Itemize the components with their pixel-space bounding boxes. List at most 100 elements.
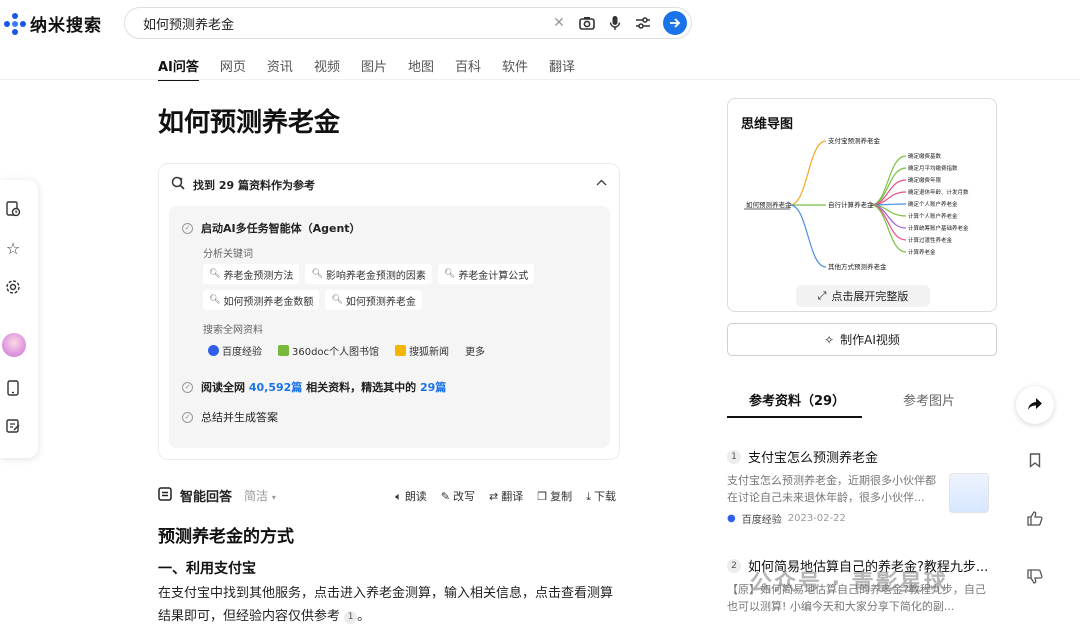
tab-baike[interactable]: 百科: [455, 56, 481, 75]
bookmark-button[interactable]: [1016, 443, 1054, 481]
baidu-paw-icon: ●: [727, 513, 736, 524]
filter-settings-icon[interactable]: [635, 15, 651, 31]
expand-mind-map-button[interactable]: ⤢ 点击展开完整版: [796, 285, 930, 307]
share-button[interactable]: [1016, 386, 1054, 424]
tab-images[interactable]: 图片: [361, 56, 387, 75]
reference-description: 支付宝怎么预测养老金，近期很多小伙伴都在讨论自己未来退休年龄，很多小伙伴...: [727, 472, 941, 506]
page-title: 如何预测养老金: [158, 102, 340, 139]
mind-map-card[interactable]: 思维导图 如何预测养老金 支付宝预测养老金 自行计算养老金 其他方式预测养老金 …: [727, 98, 997, 312]
360doc-icon: [278, 345, 289, 356]
nano-logo-icon: [4, 13, 26, 35]
like-button[interactable]: [1016, 501, 1054, 539]
search-icon: 🔍︎: [209, 269, 220, 279]
brand-name: 纳米搜索: [30, 11, 102, 36]
keyword-chip[interactable]: 🔍︎影响养老金预测的因素: [305, 264, 431, 284]
tab-news[interactable]: 资讯: [267, 56, 293, 75]
search-submit-button[interactable]: [663, 11, 687, 35]
search-input[interactable]: [143, 16, 551, 31]
share-arrow-icon: [1027, 396, 1043, 415]
keyword-chip[interactable]: 🔍︎如何预测养老金: [325, 290, 421, 310]
star-icon[interactable]: ☆: [4, 239, 22, 257]
keyword-chips-row-1: 🔍︎养老金预测方法 🔍︎影响养老金预测的因素 🔍︎养老金计算公式: [203, 264, 534, 284]
mm-leaf: 计算个人账户养老金: [908, 212, 958, 220]
thumbs-up-icon: [1027, 511, 1043, 530]
download-button[interactable]: ⤓下载: [586, 488, 616, 504]
agent-steps-panel: ✓ 启动AI多任务智能体（Agent） 分析关键词 🔍︎养老金预测方法 🔍︎影响…: [169, 206, 610, 448]
translate-button[interactable]: ⇄翻译: [489, 488, 523, 504]
tab-translate[interactable]: 翻译: [549, 56, 575, 75]
left-toolbar: ☆: [0, 180, 38, 458]
source-360doc[interactable]: 360doc个人图书馆: [273, 340, 384, 360]
copy-button[interactable]: ❐复制: [537, 488, 572, 504]
source-list: 百度经验 360doc个人图书馆 搜狐新闻 更多: [203, 340, 490, 360]
references-suffix: 篇资料作为参考: [238, 179, 315, 192]
header-divider: [0, 79, 1080, 80]
sohu-icon: [395, 345, 406, 356]
camera-icon[interactable]: [579, 15, 595, 31]
reference-tabs: 参考资料（29） 参考图片: [727, 386, 997, 420]
reference-item[interactable]: 1 支付宝怎么预测养老金 支付宝怎么预测养老金，近期很多小伙伴都在讨论自己未来退休…: [727, 447, 997, 526]
check-circle-icon: ✓: [182, 223, 193, 234]
mm-branch: 其他方式预测养老金: [828, 262, 887, 271]
source-baidu-jingyan[interactable]: 百度经验: [203, 340, 267, 360]
keyword-chip[interactable]: 🔍︎如何预测养老金数额: [203, 290, 319, 310]
step-read: ✓ 阅读全网 40,592篇 相关资料，精选其中的 29篇: [182, 379, 446, 395]
translate-icon: ⇄: [489, 490, 498, 503]
references-card: 找到 29 篇资料作为参考 ✓ 启动AI多任务智能体（Agent） 分析关键词 …: [158, 163, 620, 460]
reference-date: 2023-02-22: [788, 513, 846, 524]
citation-badge[interactable]: 1: [344, 611, 357, 624]
reference-number: 1: [727, 450, 741, 464]
answer-subheading: 一、利用支付宝: [158, 558, 256, 578]
source-sohu[interactable]: 搜狐新闻: [390, 340, 454, 360]
check-circle-icon: ✓: [182, 382, 193, 393]
references-prefix: 找到: [193, 179, 215, 192]
tab-maps[interactable]: 地图: [408, 56, 434, 75]
mm-leaf: 确定个人账户养老金: [908, 200, 958, 208]
microphone-icon[interactable]: [607, 15, 623, 31]
search-icon: 🔍︎: [311, 269, 322, 279]
answer-mode-select[interactable]: 简洁 ▾: [244, 487, 276, 504]
gear-icon[interactable]: [4, 278, 22, 296]
keyword-chip[interactable]: 🔍︎养老金预测方法: [203, 264, 299, 284]
dislike-button[interactable]: [1016, 559, 1054, 597]
reference-thumbnail: [949, 473, 989, 513]
mm-leaf: 确定月平均缴费指数: [908, 164, 958, 172]
edit-note-icon[interactable]: [4, 417, 22, 435]
read-aloud-button[interactable]: 🔈︎朗读: [395, 488, 427, 504]
tab-references[interactable]: 参考资料（29）: [749, 390, 845, 409]
smart-answer-label: 智能回答: [180, 486, 232, 505]
smart-answer-icon: [158, 487, 172, 505]
keyword-chips-row-2: 🔍︎如何预测养老金数额 🔍︎如何预测养老金: [203, 290, 422, 310]
clear-icon[interactable]: ✕: [551, 15, 567, 31]
search-icon: 🔍︎: [331, 295, 342, 305]
tab-web[interactable]: 网页: [220, 56, 246, 75]
references-card-header[interactable]: 找到 29 篇资料作为参考: [171, 176, 315, 193]
mm-branch: 支付宝预测养老金: [828, 136, 881, 145]
step-summary: ✓ 总结并生成答案: [182, 409, 278, 425]
make-ai-video-button[interactable]: ✧ 制作AI视频: [727, 323, 997, 356]
chevron-up-icon[interactable]: [596, 176, 607, 189]
mm-leaf: 计算统筹账户基础养老金: [908, 224, 969, 232]
rewrite-button[interactable]: ✎改写: [441, 488, 475, 504]
references-count: 29: [219, 179, 234, 192]
keyword-chip[interactable]: 🔍︎养老金计算公式: [438, 264, 534, 284]
search-icon: 🔍︎: [444, 269, 455, 279]
mm-leaf: 确定缴费基数: [908, 152, 942, 160]
baidu-paw-icon: [208, 345, 219, 356]
mm-leaf: 确定缴费年限: [908, 176, 942, 184]
mobile-phone-icon[interactable]: [4, 379, 22, 397]
speaker-icon: 🔈︎: [395, 490, 402, 503]
sparkle-search-icon: [171, 176, 185, 193]
download-icon: ⤓: [586, 490, 591, 503]
source-more[interactable]: 更多: [460, 340, 490, 360]
tab-video[interactable]: 视频: [314, 56, 340, 75]
avatar[interactable]: [2, 333, 26, 357]
mind-map-diagram: 如何预测养老金 支付宝预测养老金 自行计算养老金 其他方式预测养老金 确定缴费基…: [728, 131, 997, 281]
history-icon[interactable]: [4, 200, 22, 218]
tab-ai-answer[interactable]: AI问答: [158, 56, 199, 75]
brand-logo[interactable]: 纳米搜索: [4, 11, 102, 36]
reference-title[interactable]: 支付宝怎么预测养老金: [748, 447, 878, 466]
tab-reference-images[interactable]: 参考图片: [903, 390, 955, 409]
tab-software[interactable]: 软件: [502, 56, 528, 75]
expand-icon: ⤢: [818, 289, 827, 303]
